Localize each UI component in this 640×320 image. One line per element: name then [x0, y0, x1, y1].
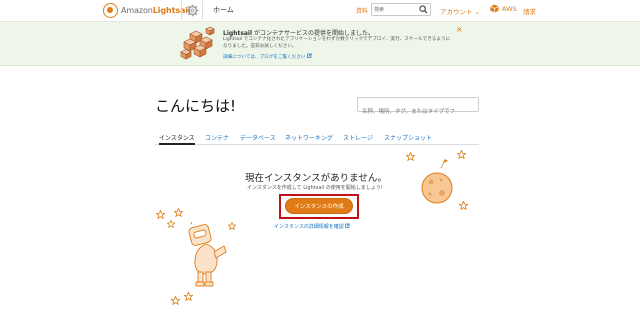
empty-state-subtitle: インスタンスを作成して Lightsail の使用を開始しましょう! [247, 185, 383, 191]
page-title: こんにちは! [155, 97, 237, 115]
billing-link[interactable]: 請求 [523, 6, 536, 16]
star-icon [406, 152, 415, 161]
lightsail-logo[interactable]: AmazonLightsail [103, 3, 191, 18]
tab-containers[interactable]: コンテナ [205, 133, 229, 145]
external-link-icon [307, 53, 312, 58]
star-icon [184, 292, 193, 301]
resource-filter-input[interactable] [358, 105, 478, 119]
top-header: AmazonLightsail ホーム 資料 アカウント ⌄ AWS [0, 0, 640, 22]
star-icon [228, 222, 236, 230]
banner-link-label: 詳細については、ブログをご覧ください [223, 55, 306, 60]
aws-box-icon [490, 4, 499, 13]
aws-label: AWS [502, 4, 517, 13]
container-cubes-icon [180, 26, 215, 60]
tab-networking[interactable]: ネットワーキング [285, 133, 333, 145]
settings-button[interactable] [181, 1, 203, 20]
robot-icon [188, 222, 227, 287]
header-search[interactable] [371, 3, 431, 16]
close-icon[interactable]: × [456, 25, 463, 34]
tab-databases[interactable]: データベース [240, 133, 276, 145]
planet-icon [421, 159, 453, 204]
tab-storage[interactable]: ストレージ [343, 133, 373, 145]
star-icon [459, 201, 468, 210]
announcement-banner: Lightsail がコンテナサービスの提供を開始しました。 Lightsail… [0, 22, 640, 66]
gear-icon [186, 4, 198, 17]
header-search-input[interactable] [374, 5, 416, 15]
banner-blog-link[interactable]: 詳細については、ブログをご覧ください [223, 53, 312, 60]
details-link-label: インスタンスの詳細情報を確認 [274, 224, 344, 230]
create-instance-button[interactable]: インスタンスの作成 [285, 198, 353, 214]
banner-body: Lightsail でコンテナ化されたアプリケーションをわずか数クリックでデプロ… [223, 37, 451, 49]
lightsail-logo-icon [103, 3, 118, 18]
empty-state-title: 現在インスタンスがありません。 [245, 173, 387, 184]
aws-console-link[interactable]: AWS [490, 4, 517, 13]
star-icon [156, 210, 165, 219]
nav-home[interactable]: ホーム [213, 5, 234, 15]
star-icon [171, 296, 180, 305]
star-icon [174, 208, 183, 217]
resource-filter[interactable] [357, 97, 479, 119]
search-icon[interactable] [419, 5, 428, 14]
account-menu[interactable]: アカウント ⌄ [440, 6, 480, 16]
tab-instances[interactable]: インスタンス [159, 133, 195, 145]
star-icon [167, 220, 175, 228]
tab-snapshots[interactable]: スナップショット [384, 133, 432, 145]
resources-link[interactable]: 資料 [356, 6, 368, 15]
resource-tabs: インスタンス コンテナ データベース ネットワーキング ストレージ スナップショ… [155, 133, 479, 145]
external-link-icon [345, 223, 351, 228]
instance-details-link[interactable]: インスタンスの詳細情報を確認 [274, 223, 351, 230]
banner-title: Lightsail がコンテナサービスの提供を開始しました。 [223, 30, 374, 37]
